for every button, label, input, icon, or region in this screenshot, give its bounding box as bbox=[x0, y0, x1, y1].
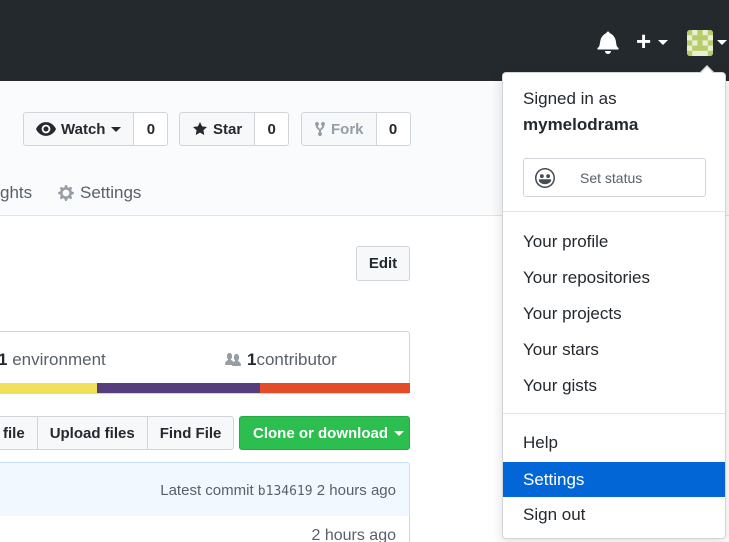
chevron-down-icon bbox=[111, 126, 122, 132]
fork-label: Fork bbox=[331, 120, 364, 138]
environments-link[interactable]: 1 environment bbox=[0, 350, 106, 370]
star-group: Star 0 bbox=[179, 112, 290, 146]
env-label: environment bbox=[7, 350, 106, 369]
username: mymelodrama bbox=[523, 115, 639, 134]
eye-icon bbox=[36, 122, 56, 136]
avatar[interactable] bbox=[687, 30, 713, 56]
lang-segment bbox=[0, 383, 97, 393]
people-icon bbox=[225, 353, 241, 366]
tab-settings[interactable]: Settings bbox=[57, 183, 141, 203]
set-status-button[interactable]: Set status bbox=[523, 158, 706, 197]
smiley-icon bbox=[535, 168, 555, 188]
set-status-label: Set status bbox=[580, 170, 643, 186]
menu-your-projects[interactable]: Your projects bbox=[503, 297, 725, 331]
star-icon bbox=[193, 122, 207, 135]
user-dropdown-menu: Signed in as mymelodrama Set status Your… bbox=[502, 65, 726, 539]
menu-sign-out[interactable]: Sign out bbox=[503, 498, 725, 532]
file-row: 2 hours ago bbox=[0, 516, 410, 542]
lang-segment bbox=[260, 383, 410, 393]
edit-button[interactable]: Edit bbox=[356, 246, 410, 281]
lang-segment bbox=[97, 383, 260, 393]
contrib-count: 1 bbox=[247, 350, 257, 369]
bell-icon[interactable] bbox=[597, 30, 619, 54]
upload-files-button[interactable]: Upload files bbox=[36, 416, 148, 450]
fork-icon bbox=[315, 121, 325, 136]
chevron-down-icon[interactable] bbox=[658, 40, 668, 45]
gear-icon bbox=[58, 185, 74, 201]
dropdown-arrow-inner bbox=[700, 67, 714, 74]
clone-download-button[interactable]: Clone or download bbox=[239, 416, 410, 450]
watch-label: Watch bbox=[61, 120, 106, 138]
find-file-button[interactable]: Find File bbox=[146, 416, 235, 450]
fork-count[interactable]: 0 bbox=[376, 112, 411, 146]
plus-icon[interactable]: + bbox=[636, 28, 651, 54]
watch-count[interactable]: 0 bbox=[134, 112, 169, 146]
signed-in-label: Signed in as bbox=[523, 89, 617, 108]
latest-commit-label: Latest commit bbox=[160, 482, 254, 499]
menu-your-stars[interactable]: Your stars bbox=[503, 333, 725, 367]
top-header: + bbox=[0, 0, 729, 81]
file-buttons: file Upload files Find File bbox=[0, 416, 235, 450]
star-label: Star bbox=[213, 120, 243, 138]
fork-button[interactable]: Fork bbox=[301, 112, 377, 146]
watch-group: Watch 0 bbox=[23, 112, 169, 146]
menu-help[interactable]: Help bbox=[503, 426, 725, 460]
tab-settings-label: Settings bbox=[80, 183, 142, 202]
star-button[interactable]: Star bbox=[179, 112, 256, 146]
clone-label: Clone or download bbox=[253, 424, 388, 442]
commit-hash[interactable]: b134619 bbox=[258, 484, 313, 499]
chevron-down-icon bbox=[394, 430, 404, 436]
divider bbox=[503, 211, 725, 212]
commit-time: 2 hours ago bbox=[316, 482, 396, 499]
avatar-caret-icon[interactable] bbox=[717, 40, 727, 45]
watch-button[interactable]: Watch bbox=[23, 112, 135, 146]
divider bbox=[503, 413, 725, 414]
menu-your-repositories[interactable]: Your repositories bbox=[503, 261, 725, 295]
latest-commit-bar: Latest commit b134619 2 hours ago bbox=[0, 462, 410, 517]
menu-your-gists[interactable]: Your gists bbox=[503, 369, 725, 403]
create-file-button[interactable]: file bbox=[0, 416, 38, 450]
file-row-time: 2 hours ago bbox=[311, 527, 396, 542]
latest-commit-info: Latest commit b134619 2 hours ago bbox=[160, 482, 396, 499]
contrib-label: contributor bbox=[256, 350, 337, 369]
star-count[interactable]: 0 bbox=[255, 112, 290, 146]
language-bar[interactable] bbox=[0, 383, 410, 393]
fork-group: Fork 0 bbox=[301, 112, 411, 146]
contributors-link[interactable]: 1 contributor bbox=[223, 350, 337, 370]
menu-settings[interactable]: Settings bbox=[503, 462, 725, 497]
menu-your-profile[interactable]: Your profile bbox=[503, 225, 725, 259]
tab-insights[interactable]: ghts bbox=[0, 183, 32, 203]
